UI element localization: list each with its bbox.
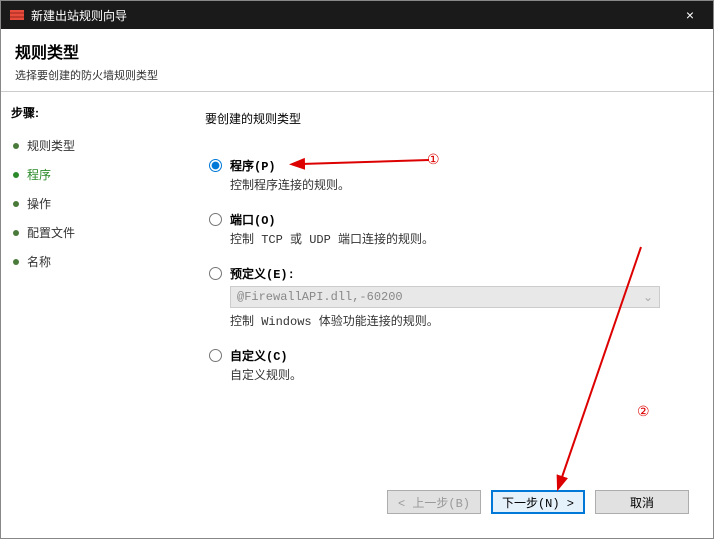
radio-texts: 程序(P) 控制程序连接的规则。 bbox=[230, 157, 689, 205]
radio-desc: 控制 Windows 体验功能连接的规则。 bbox=[230, 312, 689, 329]
predefined-value: @FirewallAPI.dll,-60200 bbox=[237, 290, 403, 304]
bullet-icon bbox=[13, 172, 19, 178]
radio-custom[interactable] bbox=[209, 349, 222, 362]
next-button[interactable]: 下一步(N) > bbox=[491, 490, 585, 514]
back-button: < 上一步(B) bbox=[387, 490, 481, 514]
steps-sidebar: 步骤: 规则类型 程序 操作 配置文件 名称 bbox=[1, 92, 181, 538]
step-rule-type[interactable]: 规则类型 bbox=[11, 131, 171, 160]
radio-predefined[interactable] bbox=[209, 267, 222, 280]
radio-label: 程序(P) bbox=[230, 157, 689, 174]
header: 规则类型 选择要创建的防火墙规则类型 bbox=[1, 29, 713, 92]
step-label: 操作 bbox=[27, 195, 51, 212]
body: 步骤: 规则类型 程序 操作 配置文件 名称 要创建的规 bbox=[1, 92, 713, 538]
step-label: 名称 bbox=[27, 253, 51, 270]
chevron-down-icon: ⌄ bbox=[643, 290, 653, 305]
firewall-icon bbox=[9, 7, 25, 23]
bullet-icon bbox=[13, 143, 19, 149]
content-panel: 要创建的规则类型 程序(P) 控制程序连接的规则。 端口(O) 控制 TCP 或… bbox=[181, 92, 713, 538]
radio-texts: 预定义(E): @FirewallAPI.dll,-60200 ⌄ 控制 Win… bbox=[230, 265, 689, 341]
radio-desc: 控制程序连接的规则。 bbox=[230, 176, 689, 193]
footer-buttons: < 上一步(B) 下一步(N) > 取消 bbox=[205, 484, 689, 526]
page-title: 规则类型 bbox=[15, 39, 699, 63]
radio-desc: 控制 TCP 或 UDP 端口连接的规则。 bbox=[230, 230, 689, 247]
bullet-icon bbox=[13, 230, 19, 236]
step-name[interactable]: 名称 bbox=[11, 247, 171, 276]
radio-label: 自定义(C) bbox=[230, 347, 689, 364]
radio-option-custom[interactable]: 自定义(C) 自定义规则。 bbox=[209, 347, 689, 395]
radio-texts: 自定义(C) 自定义规则。 bbox=[230, 347, 689, 395]
step-program[interactable]: 程序 bbox=[11, 160, 171, 189]
step-profile[interactable]: 配置文件 bbox=[11, 218, 171, 247]
page-subtitle: 选择要创建的防火墙规则类型 bbox=[15, 67, 699, 83]
radio-option-port[interactable]: 端口(O) 控制 TCP 或 UDP 端口连接的规则。 bbox=[209, 211, 689, 259]
titlebar: 新建出站规则向导 × bbox=[1, 1, 713, 29]
radio-desc: 自定义规则。 bbox=[230, 366, 689, 383]
radio-label: 端口(O) bbox=[230, 211, 689, 228]
content-title: 要创建的规则类型 bbox=[205, 110, 689, 127]
radio-program[interactable] bbox=[209, 159, 222, 172]
bullet-icon bbox=[13, 201, 19, 207]
steps-title: 步骤: bbox=[11, 104, 171, 121]
bullet-icon bbox=[13, 259, 19, 265]
radio-option-program[interactable]: 程序(P) 控制程序连接的规则。 bbox=[209, 157, 689, 205]
wizard-window: 新建出站规则向导 × 规则类型 选择要创建的防火墙规则类型 步骤: 规则类型 程… bbox=[0, 0, 714, 539]
close-button[interactable]: × bbox=[675, 1, 705, 29]
step-label: 程序 bbox=[27, 166, 51, 183]
step-action[interactable]: 操作 bbox=[11, 189, 171, 218]
radio-texts: 端口(O) 控制 TCP 或 UDP 端口连接的规则。 bbox=[230, 211, 689, 259]
window-title: 新建出站规则向导 bbox=[31, 7, 675, 24]
rule-type-radio-group: 程序(P) 控制程序连接的规则。 端口(O) 控制 TCP 或 UDP 端口连接… bbox=[209, 157, 689, 401]
radio-port[interactable] bbox=[209, 213, 222, 226]
step-label: 配置文件 bbox=[27, 224, 75, 241]
cancel-button[interactable]: 取消 bbox=[595, 490, 689, 514]
radio-label: 预定义(E): bbox=[230, 265, 689, 282]
radio-option-predefined[interactable]: 预定义(E): @FirewallAPI.dll,-60200 ⌄ 控制 Win… bbox=[209, 265, 689, 341]
predefined-dropdown[interactable]: @FirewallAPI.dll,-60200 ⌄ bbox=[230, 286, 660, 308]
annotation-num-2: ② bbox=[637, 404, 650, 421]
step-label: 规则类型 bbox=[27, 137, 75, 154]
